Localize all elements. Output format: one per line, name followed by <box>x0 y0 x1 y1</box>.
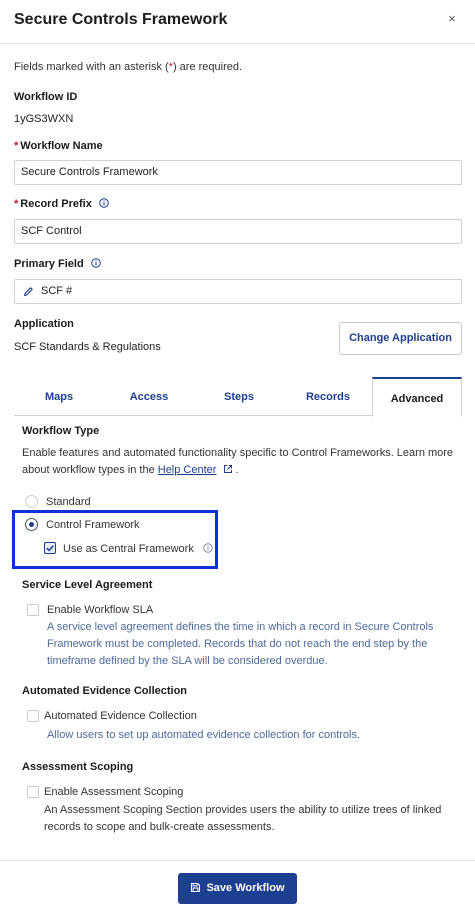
scoping-desc-line2: records to scope and bulk-create assessm… <box>44 821 275 833</box>
workflow-name-label: * Workflow Name <box>14 140 103 152</box>
evidence-desc: Allow users to set up automated evidence… <box>47 729 361 741</box>
required-note: Fields marked with an asterisk (*) are r… <box>14 61 243 73</box>
sla-desc-line2: Framework must be completed. Records tha… <box>47 638 428 650</box>
close-icon[interactable]: × <box>445 12 459 26</box>
evidence-checkbox[interactable] <box>27 710 39 722</box>
pencil-icon <box>23 287 33 297</box>
workflow-name-input[interactable]: Secure Controls Framework <box>14 160 462 185</box>
help-center-link[interactable]: Help Center <box>158 464 217 476</box>
record-prefix-label: * Record Prefix <box>14 198 109 210</box>
primary-field-label: Primary Field <box>14 258 101 270</box>
evidence-title: Automated Evidence Collection <box>22 685 188 697</box>
record-prefix-input[interactable]: SCF Control <box>14 219 462 244</box>
save-workflow-button[interactable]: Save Workflow <box>178 873 297 904</box>
workflow-type-desc-line2: about workflow types in the Help Center … <box>22 464 239 476</box>
evidence-checkbox-label: Automated Evidence Collection <box>44 710 197 722</box>
scoping-checkbox[interactable] <box>27 786 39 798</box>
tab-bar: Maps Access Steps Records Advanced <box>14 377 462 417</box>
panel-header: Secure Controls Framework × <box>0 0 475 44</box>
tab-access[interactable]: Access <box>104 377 194 416</box>
radio-standard[interactable] <box>25 495 38 508</box>
application-label: Application <box>14 318 74 330</box>
panel-title: Secure Controls Framework <box>14 11 228 28</box>
standard-label: Standard <box>46 496 91 508</box>
info-icon[interactable] <box>99 198 109 208</box>
sla-desc-line3: timeframe defined by the SLA will be con… <box>47 655 328 667</box>
primary-field-input[interactable]: SCF # <box>14 279 462 304</box>
application-value: SCF Standards & Regulations <box>14 341 161 353</box>
workflow-id-value: 1yGS3WXN <box>14 113 74 125</box>
workflow-id-label: Workflow ID <box>14 91 78 103</box>
external-link-icon[interactable] <box>223 464 233 474</box>
save-icon <box>191 882 201 893</box>
tab-steps[interactable]: Steps <box>194 377 284 416</box>
tab-maps[interactable]: Maps <box>14 377 104 416</box>
tab-records[interactable]: Records <box>284 377 372 416</box>
tab-advanced[interactable]: Advanced <box>372 377 462 417</box>
info-icon[interactable] <box>90 258 101 268</box>
scoping-checkbox-label: Enable Assessment Scoping <box>44 786 184 798</box>
change-application-button[interactable]: Change Application <box>339 322 462 355</box>
sla-checkbox-label: Enable Workflow SLA <box>47 604 154 616</box>
sla-title: Service Level Agreement <box>22 579 153 591</box>
sla-desc-line1: A service level agreement defines the ti… <box>47 621 434 633</box>
workflow-type-desc-line1: Enable features and automated functional… <box>22 447 454 459</box>
scoping-desc-line1: An Assessment Scoping Section provides u… <box>44 804 442 816</box>
scoping-title: Assessment Scoping <box>22 761 134 773</box>
workflow-type-title: Workflow Type <box>22 425 100 437</box>
selection-highlight <box>12 510 218 569</box>
sla-checkbox[interactable] <box>27 604 39 616</box>
